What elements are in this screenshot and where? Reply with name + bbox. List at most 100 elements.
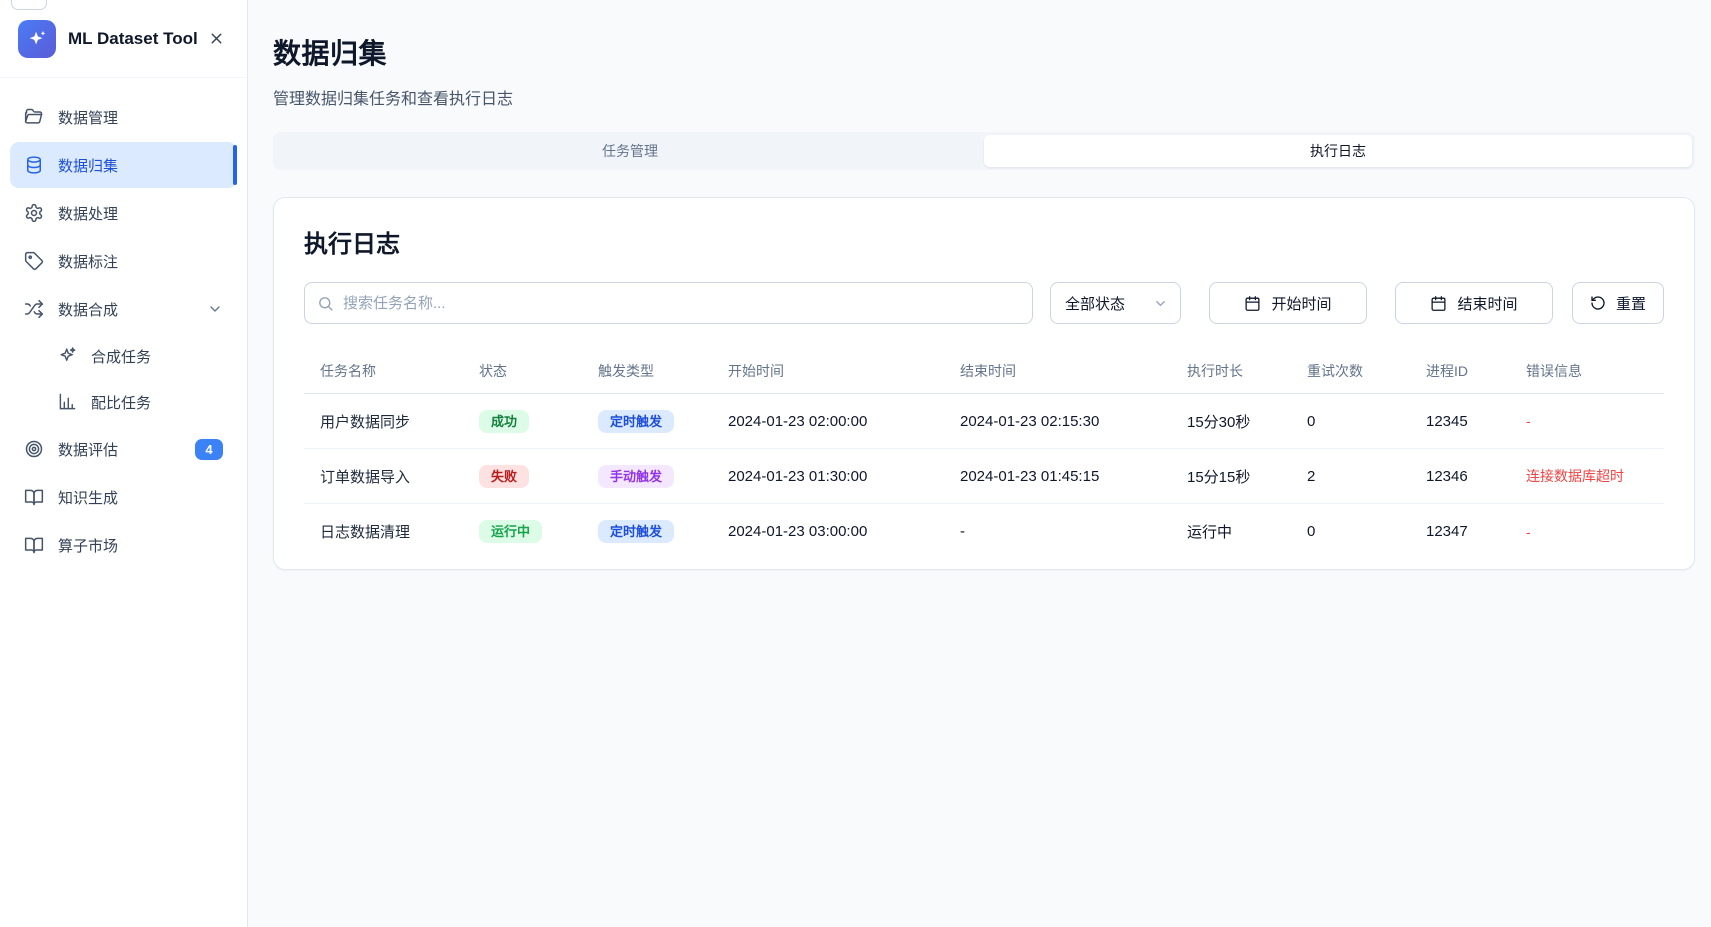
tab-task-management[interactable]: 任务管理: [276, 135, 984, 167]
cell-duration: 15分30秒: [1171, 411, 1291, 432]
reset-label: 重置: [1616, 293, 1646, 314]
table-row[interactable]: 日志数据清理 运行中 定时触发 2024-01-23 03:00:00 - 运行…: [304, 504, 1664, 559]
panel-title: 执行日志: [304, 224, 1664, 259]
collapsed-top-button[interactable]: [11, 0, 47, 10]
cell-error: -: [1510, 413, 1664, 429]
app-logo-icon: [18, 20, 56, 58]
col-header-error: 错误信息: [1510, 361, 1664, 381]
sidebar-item-label: 数据评估: [58, 439, 118, 460]
cell-retries: 0: [1291, 523, 1410, 540]
table-row[interactable]: 订单数据导入 失败 手动触发 2024-01-23 01:30:00 2024-…: [304, 449, 1664, 504]
sidebar: ML Dataset Tool 数据管理: [0, 0, 248, 927]
cell-start-time: 2024-01-23 01:30:00: [712, 468, 944, 485]
cell-error: -: [1510, 524, 1664, 540]
trigger-badge: 定时触发: [598, 410, 674, 433]
reset-icon: [1590, 295, 1606, 311]
status-badge: 运行中: [479, 520, 542, 543]
col-header-task-name: 任务名称: [304, 361, 463, 381]
sidebar-item-label: 数据标注: [58, 251, 118, 272]
sidebar-item-knowledge-generation[interactable]: 知识生成: [10, 474, 237, 520]
search-box[interactable]: [304, 282, 1033, 324]
calendar-icon: [1430, 295, 1447, 312]
cell-pid: 12346: [1410, 468, 1510, 485]
trigger-badge: 手动触发: [598, 465, 674, 488]
sparkles-icon: [58, 346, 78, 366]
evaluation-count-badge: 4: [195, 439, 223, 460]
tab-bar: 任务管理 执行日志: [273, 132, 1695, 170]
chevron-down-icon: [1153, 296, 1168, 311]
sidebar-item-label: 数据归集: [58, 155, 118, 176]
cell-start-time: 2024-01-23 03:00:00: [712, 523, 944, 540]
end-time-button[interactable]: 结束时间: [1395, 282, 1553, 324]
cell-error: 连接数据库超时: [1510, 466, 1664, 486]
cell-duration: 15分15秒: [1171, 466, 1291, 487]
sidebar-item-label: 合成任务: [91, 346, 151, 367]
cell-task-name: 日志数据清理: [304, 521, 463, 542]
status-badge: 成功: [479, 410, 529, 433]
page-subtitle: 管理数据归集任务和查看执行日志: [273, 85, 1695, 109]
col-header-duration: 执行时长: [1171, 361, 1291, 381]
reset-button[interactable]: 重置: [1572, 282, 1664, 324]
main-content: 数据归集 管理数据归集任务和查看执行日志 任务管理 执行日志 执行日志 全部状态: [248, 0, 1711, 927]
execution-logs-panel: 执行日志 全部状态: [273, 197, 1695, 570]
sidebar-item-data-evaluation[interactable]: 数据评估 4: [10, 426, 237, 472]
book-open-icon: [24, 535, 44, 555]
book-open-icon: [24, 487, 44, 507]
cell-retries: 0: [1291, 413, 1410, 430]
close-sidebar-icon[interactable]: [203, 26, 229, 52]
cell-task-name: 用户数据同步: [304, 411, 463, 432]
sidebar-item-label: 知识生成: [58, 487, 118, 508]
sidebar-item-data-synthesis[interactable]: 数据合成: [10, 286, 237, 332]
sidebar-nav: 数据管理 数据归集 数据处理: [0, 78, 247, 586]
sidebar-item-label: 数据合成: [58, 299, 118, 320]
col-header-retries: 重试次数: [1291, 361, 1410, 381]
sidebar-item-data-labeling[interactable]: 数据标注: [10, 238, 237, 284]
gear-icon: [24, 203, 44, 223]
col-header-start-time: 开始时间: [712, 361, 944, 381]
sidebar-item-ratio-tasks[interactable]: 配比任务: [10, 380, 237, 424]
status-filter-select[interactable]: 全部状态: [1050, 282, 1181, 324]
sidebar-item-synthesis-tasks[interactable]: 合成任务: [10, 334, 237, 378]
database-icon: [24, 155, 44, 175]
target-icon: [24, 439, 44, 459]
logs-table: 任务名称 状态 触发类型 开始时间 结束时间 执行时长 重试次数 进程ID 错误…: [304, 348, 1664, 559]
app-title: ML Dataset Tool: [68, 29, 203, 49]
table-row[interactable]: 用户数据同步 成功 定时触发 2024-01-23 02:00:00 2024-…: [304, 394, 1664, 449]
shuffle-icon: [24, 299, 44, 319]
sidebar-item-label: 算子市场: [58, 535, 118, 556]
status-badge: 失败: [479, 465, 529, 488]
cell-end-time: 2024-01-23 01:45:15: [944, 468, 1171, 485]
page-title: 数据归集: [273, 32, 1695, 72]
calendar-icon: [1244, 295, 1261, 312]
trigger-badge: 定时触发: [598, 520, 674, 543]
cell-end-time: -: [944, 523, 1171, 540]
search-input[interactable]: [343, 295, 1020, 312]
status-filter-value: 全部状态: [1065, 293, 1125, 314]
cell-end-time: 2024-01-23 02:15:30: [944, 413, 1171, 430]
folder-icon: [24, 107, 44, 127]
col-header-pid: 进程ID: [1410, 361, 1510, 381]
cell-pid: 12347: [1410, 523, 1510, 540]
sidebar-item-label: 数据处理: [58, 203, 118, 224]
cell-pid: 12345: [1410, 413, 1510, 430]
table-header-row: 任务名称 状态 触发类型 开始时间 结束时间 执行时长 重试次数 进程ID 错误…: [304, 348, 1664, 394]
sidebar-item-label: 配比任务: [91, 392, 151, 413]
start-time-button[interactable]: 开始时间: [1209, 282, 1367, 324]
sidebar-item-data-collection[interactable]: 数据归集: [10, 142, 237, 188]
cell-task-name: 订单数据导入: [304, 466, 463, 487]
cell-retries: 2: [1291, 468, 1410, 485]
search-icon: [317, 295, 334, 312]
tab-execution-logs[interactable]: 执行日志: [984, 135, 1692, 167]
chevron-down-icon: [207, 301, 223, 317]
cell-duration: 运行中: [1171, 521, 1291, 542]
filter-toolbar: 全部状态 开始时间: [304, 282, 1664, 324]
col-header-status: 状态: [463, 361, 582, 381]
sidebar-item-label: 数据管理: [58, 107, 118, 128]
sidebar-item-data-processing[interactable]: 数据处理: [10, 190, 237, 236]
col-header-end-time: 结束时间: [944, 361, 1171, 381]
tag-icon: [24, 251, 44, 271]
sidebar-item-operator-market[interactable]: 算子市场: [10, 522, 237, 568]
col-header-trigger-type: 触发类型: [582, 361, 712, 381]
sidebar-item-data-management[interactable]: 数据管理: [10, 94, 237, 140]
cell-start-time: 2024-01-23 02:00:00: [712, 413, 944, 430]
